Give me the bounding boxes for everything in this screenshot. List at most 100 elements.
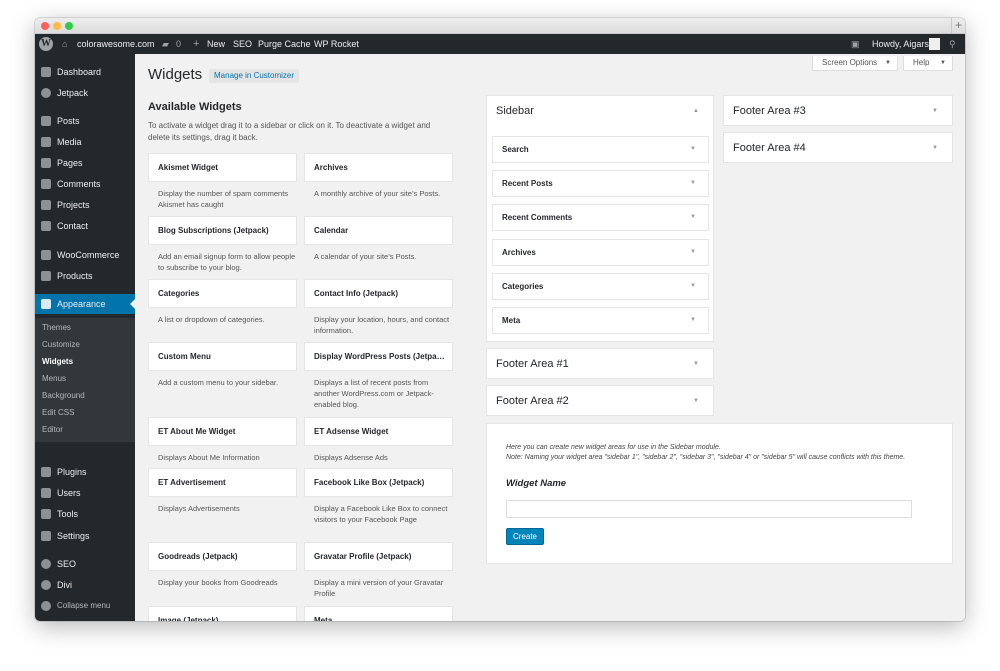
wp-admin-bar: W ⌂ colorawesome.com ▰ 0 + New SEO Purge…: [35, 34, 965, 54]
sidebar-item-media[interactable]: Media: [35, 133, 135, 151]
widget-goodreads[interactable]: Goodreads (Jetpack): [148, 542, 297, 571]
caret-down-icon[interactable]: ▼: [693, 386, 699, 416]
settings-icon: [41, 531, 51, 541]
pin-icon: [41, 200, 51, 210]
widget-archives[interactable]: Archives: [304, 153, 453, 182]
widget-description: Displays Adsense Ads: [314, 453, 388, 462]
admin-sidebar: Dashboard Jetpack Posts Media Pages Comm…: [35, 54, 135, 621]
submenu-customize[interactable]: Customize: [42, 338, 80, 352]
sidebar-widget-meta[interactable]: Meta ▼: [492, 307, 709, 334]
seo-icon: [41, 559, 51, 569]
widget-et-adsense[interactable]: ET Adsense Widget: [304, 417, 453, 446]
create-widget-area-panel: Here you can create new widget areas for…: [486, 423, 953, 564]
sidebar-item-tools[interactable]: Tools: [35, 505, 135, 523]
sidebar-item-comments[interactable]: Comments: [35, 175, 135, 193]
sidebar-widget-archives[interactable]: Archives ▼: [492, 239, 709, 266]
collapse-arrow-icon[interactable]: ▲: [693, 96, 699, 126]
caret-down-icon[interactable]: ▼: [932, 133, 938, 163]
submenu-editor[interactable]: Editor: [42, 423, 63, 437]
comment-bubble-icon: ▰: [162, 39, 169, 49]
widget-description: Add an email signup form to allow people…: [158, 252, 296, 272]
sidebar-item-divi[interactable]: Divi: [35, 576, 135, 594]
close-window-button[interactable]: [41, 22, 49, 30]
create-button[interactable]: Create: [506, 528, 544, 545]
sidebar-area-title: Sidebar: [496, 105, 534, 117]
plus-icon: +: [193, 38, 200, 50]
caret-down-icon[interactable]: ▼: [693, 349, 699, 379]
sidebar-widget-recent-posts[interactable]: Recent Posts ▼: [492, 170, 709, 197]
new-tab-plus-icon[interactable]: +: [951, 18, 965, 33]
sidebar-item-seo[interactable]: SEO: [35, 555, 135, 573]
products-icon: [41, 271, 51, 281]
sidebar-item-plugins[interactable]: Plugins: [35, 463, 135, 481]
widget-meta[interactable]: Meta: [304, 606, 453, 621]
sidebar-item-settings[interactable]: Settings: [35, 527, 135, 545]
howdy-user-link[interactable]: Howdy, Aigars: [872, 34, 929, 54]
widget-et-advertisement[interactable]: ET Advertisement: [148, 468, 297, 497]
widget-calendar[interactable]: Calendar: [304, 216, 453, 245]
widget-custom-menu[interactable]: Custom Menu: [148, 342, 297, 371]
submenu-edit-css[interactable]: Edit CSS: [42, 406, 74, 420]
widget-categories[interactable]: Categories: [148, 279, 297, 308]
caret-down-icon[interactable]: ▼: [932, 96, 938, 126]
sidebar-item-products[interactable]: Products: [35, 267, 135, 285]
widget-akismet[interactable]: Akismet Widget: [148, 153, 297, 182]
widget-description: Add a custom menu to your sidebar.: [158, 378, 279, 387]
wp-rocket-link[interactable]: WP Rocket: [314, 34, 359, 54]
comments-count[interactable]: 0: [176, 34, 181, 54]
submenu-themes[interactable]: Themes: [42, 321, 71, 335]
sidebar-item-users[interactable]: Users: [35, 484, 135, 502]
caret-down-icon: ▼: [690, 180, 696, 186]
avatar[interactable]: [929, 38, 940, 50]
footer-area-1[interactable]: Footer Area #1 ▼: [486, 348, 714, 379]
sidebar-collapse-menu[interactable]: Collapse menu: [35, 597, 135, 615]
manage-in-customizer-button[interactable]: Manage in Customizer: [209, 69, 300, 83]
sidebar-item-dashboard[interactable]: Dashboard: [35, 63, 135, 81]
browser-window: + W ⌂ colorawesome.com ▰ 0 + New SEO Pur…: [35, 18, 965, 621]
main-content: Screen Options ▼ Help ▼ Widgets Manage in …: [135, 54, 965, 621]
sidebar-widget-categories[interactable]: Categories ▼: [492, 273, 709, 300]
submenu-background[interactable]: Background: [42, 389, 85, 403]
sidebar-item-appearance[interactable]: Appearance: [35, 294, 135, 314]
sidebar-item-projects[interactable]: Projects: [35, 196, 135, 214]
sidebar-item-pages[interactable]: Pages: [35, 154, 135, 172]
footer-area-2[interactable]: Footer Area #2 ▼: [486, 385, 714, 416]
widget-blog-subscriptions[interactable]: Blog Subscriptions (Jetpack): [148, 216, 297, 245]
submenu-menus[interactable]: Menus: [42, 372, 66, 386]
sidebar-item-contact[interactable]: Contact: [35, 217, 135, 235]
sidebar-widget-recent-comments[interactable]: Recent Comments ▼: [492, 204, 709, 231]
zoom-window-button[interactable]: [65, 22, 73, 30]
widget-display-wordpress-posts[interactable]: Display WordPress Posts (Jetpa…: [304, 342, 453, 371]
footer-area-4[interactable]: Footer Area #4 ▼: [723, 132, 953, 163]
media-icon: [41, 137, 51, 147]
widget-gravatar-profile[interactable]: Gravatar Profile (Jetpack): [304, 542, 453, 571]
home-icon: ⌂: [62, 39, 68, 49]
widget-name-input[interactable]: [506, 500, 912, 518]
sidebar-item-woocommerce[interactable]: WooCommerce: [35, 246, 135, 264]
widget-contact-info[interactable]: Contact Info (Jetpack): [304, 279, 453, 308]
caret-down-icon: ▼: [690, 249, 696, 255]
footer-area-3[interactable]: Footer Area #3 ▼: [723, 95, 953, 126]
seo-link[interactable]: SEO: [233, 34, 252, 54]
site-name-link[interactable]: colorawesome.com: [77, 34, 155, 54]
users-icon: [41, 488, 51, 498]
submenu-widgets[interactable]: Widgets: [42, 355, 73, 369]
jetpack-icon: [41, 88, 51, 98]
purge-cache-link[interactable]: Purge Cache: [258, 34, 311, 54]
sidebar-item-jetpack[interactable]: Jetpack: [35, 84, 135, 102]
page-title: Widgets: [148, 66, 203, 83]
widget-description: A calendar of your site’s Posts.: [314, 252, 417, 261]
available-widgets-description: To activate a widget drag it to a sideba…: [148, 121, 431, 142]
notification-icon[interactable]: ▣: [851, 34, 860, 54]
new-link[interactable]: New: [207, 34, 225, 54]
wordpress-logo-icon[interactable]: W: [39, 37, 53, 51]
sidebar-widget-search[interactable]: Search ▼: [492, 136, 709, 163]
minimize-window-button[interactable]: [53, 22, 61, 30]
widget-image[interactable]: Image (Jetpack): [148, 606, 297, 621]
screen-options-button[interactable]: Screen Options ▼: [812, 56, 898, 71]
help-button[interactable]: Help ▼: [903, 56, 953, 71]
search-icon[interactable]: ⚲: [949, 34, 956, 54]
widget-facebook-like-box[interactable]: Facebook Like Box (Jetpack): [304, 468, 453, 497]
sidebar-item-posts[interactable]: Posts: [35, 112, 135, 130]
widget-et-about-me[interactable]: ET About Me Widget: [148, 417, 297, 446]
